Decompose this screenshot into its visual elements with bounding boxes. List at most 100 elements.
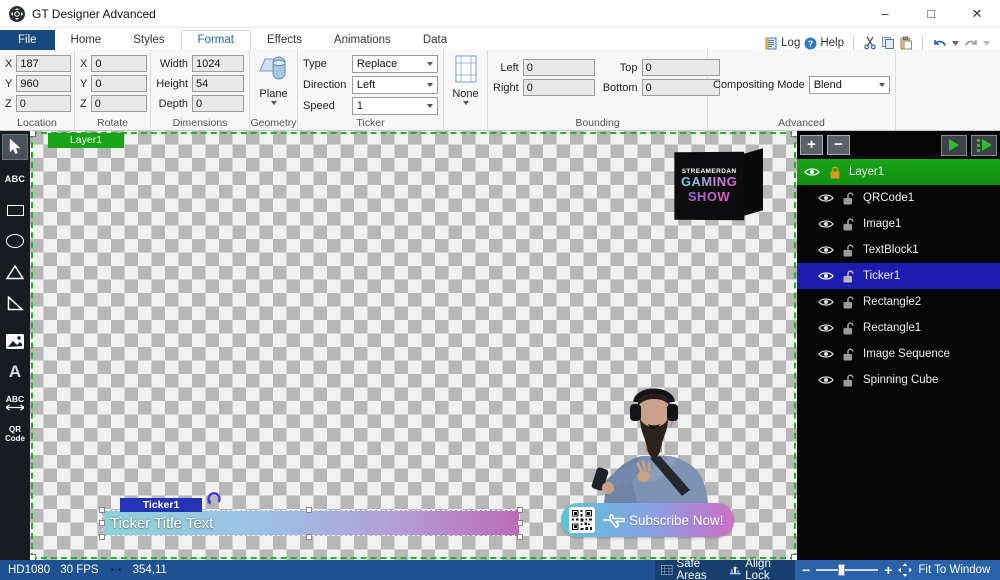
textblock-tool[interactable]: ABC (2, 167, 28, 191)
zoom-slider-thumb[interactable] (838, 564, 845, 576)
tab-file[interactable]: File (0, 30, 55, 50)
spinning-cube-element[interactable]: STREAMERDAN GAMING SHOW STREAMERDAN GAMI… (674, 150, 766, 224)
ticker-bar-element[interactable]: Ticker Title Text (102, 510, 520, 536)
visibility-eye-icon[interactable] (817, 193, 834, 203)
align-lock-toggle[interactable]: Align Lock (729, 558, 789, 580)
log-button[interactable]: Log (765, 37, 800, 50)
location-z-field[interactable] (16, 95, 71, 112)
depth-field[interactable] (192, 95, 244, 112)
visibility-eye-icon[interactable] (803, 167, 820, 177)
image-tool[interactable] (2, 329, 28, 353)
width-field[interactable] (192, 55, 244, 72)
maximize-button[interactable]: □ (908, 0, 954, 27)
tab-format[interactable]: Format (181, 30, 251, 50)
canvas-handle[interactable] (791, 131, 797, 137)
cut-icon[interactable] (863, 36, 877, 50)
lock-open-icon[interactable] (840, 296, 857, 309)
layer-row-qrcode1[interactable]: QRCode1 (797, 185, 1000, 211)
lock-open-icon[interactable] (840, 322, 857, 335)
layer-row-spinning-cube[interactable]: Spinning Cube (797, 367, 1000, 393)
selection-handle[interactable] (99, 507, 105, 513)
lock-closed-icon[interactable] (826, 166, 843, 179)
text-tool[interactable]: A (2, 360, 28, 384)
tab-effects[interactable]: Effects (251, 31, 318, 50)
tab-styles[interactable]: Styles (117, 31, 180, 50)
lock-open-icon[interactable] (840, 270, 857, 283)
mask-none-button[interactable]: None (449, 54, 482, 106)
layer-row-image1[interactable]: Image1 (797, 211, 1000, 237)
bounding-right-field[interactable] (523, 79, 595, 96)
design-canvas[interactable]: Layer1 STREAMERDAN GAMING SHOW STREAMERD… (30, 131, 797, 560)
lock-open-icon[interactable] (840, 192, 857, 205)
ticker-type-select[interactable]: Replace (352, 55, 438, 73)
selection-handle[interactable] (99, 534, 105, 540)
help-button[interactable]: ? Help (804, 37, 844, 50)
undo-dropdown-icon[interactable] (952, 41, 959, 46)
visibility-eye-icon[interactable] (817, 271, 834, 281)
selection-handle[interactable] (517, 507, 523, 513)
redo-icon[interactable] (963, 37, 979, 50)
play-button[interactable] (941, 135, 967, 156)
close-button[interactable]: ✕ (954, 0, 1000, 27)
splitter-grip[interactable] (109, 566, 123, 574)
ticker-speed-select[interactable]: 1 (352, 97, 438, 115)
triangle-tool[interactable] (2, 260, 28, 284)
geometry-plane-button[interactable]: Plane (255, 54, 292, 106)
undo-icon[interactable] (932, 37, 948, 50)
fit-to-window-icon[interactable] (898, 563, 912, 577)
selection-handle[interactable] (99, 520, 105, 526)
right-triangle-tool[interactable] (2, 291, 28, 315)
layer-row-ticker1[interactable]: Ticker1 (797, 263, 1000, 289)
tab-home[interactable]: Home (55, 31, 118, 50)
canvas-handle[interactable] (30, 131, 36, 137)
play-all-button[interactable] (971, 135, 997, 156)
layer-row-rectangle2[interactable]: Rectangle2 (797, 289, 1000, 315)
zoom-in-button[interactable]: + (884, 563, 892, 577)
selection-handle[interactable] (306, 534, 312, 540)
rotate-y-field[interactable] (91, 75, 147, 92)
lock-open-icon[interactable] (840, 218, 857, 231)
select-tool[interactable] (2, 134, 28, 160)
rotate-x-field[interactable] (91, 55, 147, 72)
location-y-field[interactable] (16, 75, 71, 92)
zoom-slider[interactable] (816, 569, 878, 571)
subscribe-banner-element[interactable]: Subscribe Now! (561, 503, 734, 537)
add-layer-button[interactable]: + (800, 135, 823, 155)
layer-row-textblock1[interactable]: TextBlock1 (797, 237, 1000, 263)
ellipse-tool[interactable] (2, 229, 28, 253)
bounding-left-field[interactable] (523, 59, 595, 76)
lock-open-icon[interactable] (840, 374, 857, 387)
tab-animations[interactable]: Animations (318, 31, 407, 50)
lock-open-icon[interactable] (840, 348, 857, 361)
safe-areas-toggle[interactable]: Safe Areas (661, 558, 723, 580)
zoom-out-button[interactable]: − (802, 563, 810, 577)
remove-layer-button[interactable]: − (827, 135, 850, 155)
copy-icon[interactable] (881, 36, 895, 50)
lock-open-icon[interactable] (840, 244, 857, 257)
qr-code-element[interactable] (569, 507, 595, 533)
selection-handle[interactable] (306, 507, 312, 513)
redo-dropdown-icon[interactable] (983, 41, 990, 46)
minimize-button[interactable]: – (862, 0, 908, 27)
fit-to-window-button[interactable]: Fit To Window (918, 564, 990, 576)
selection-handle[interactable] (517, 534, 523, 540)
compositing-mode-select[interactable]: Blend (809, 76, 890, 94)
rotate-z-field[interactable] (91, 95, 147, 112)
rectangle-tool[interactable] (2, 198, 28, 222)
visibility-eye-icon[interactable] (817, 297, 834, 307)
streamer-image[interactable] (586, 380, 722, 508)
visibility-eye-icon[interactable] (817, 245, 834, 255)
visibility-eye-icon[interactable] (817, 375, 834, 385)
selection-handle[interactable] (517, 520, 523, 526)
canvas-layer-tab[interactable]: Layer1 (48, 133, 124, 148)
location-x-field[interactable] (16, 55, 71, 72)
qr-code-tool[interactable]: QRCode (2, 422, 28, 446)
layer-row-layer1[interactable]: Layer1 (797, 159, 1000, 185)
visibility-eye-icon[interactable] (817, 219, 834, 229)
rotate-handle-icon[interactable] (206, 490, 222, 509)
layer-row-image-sequence[interactable]: Image Sequence (797, 341, 1000, 367)
visibility-eye-icon[interactable] (817, 349, 834, 359)
ticker-direction-select[interactable]: Left (352, 76, 438, 94)
layer-row-rectangle1[interactable]: Rectangle1 (797, 315, 1000, 341)
height-field[interactable] (192, 75, 244, 92)
